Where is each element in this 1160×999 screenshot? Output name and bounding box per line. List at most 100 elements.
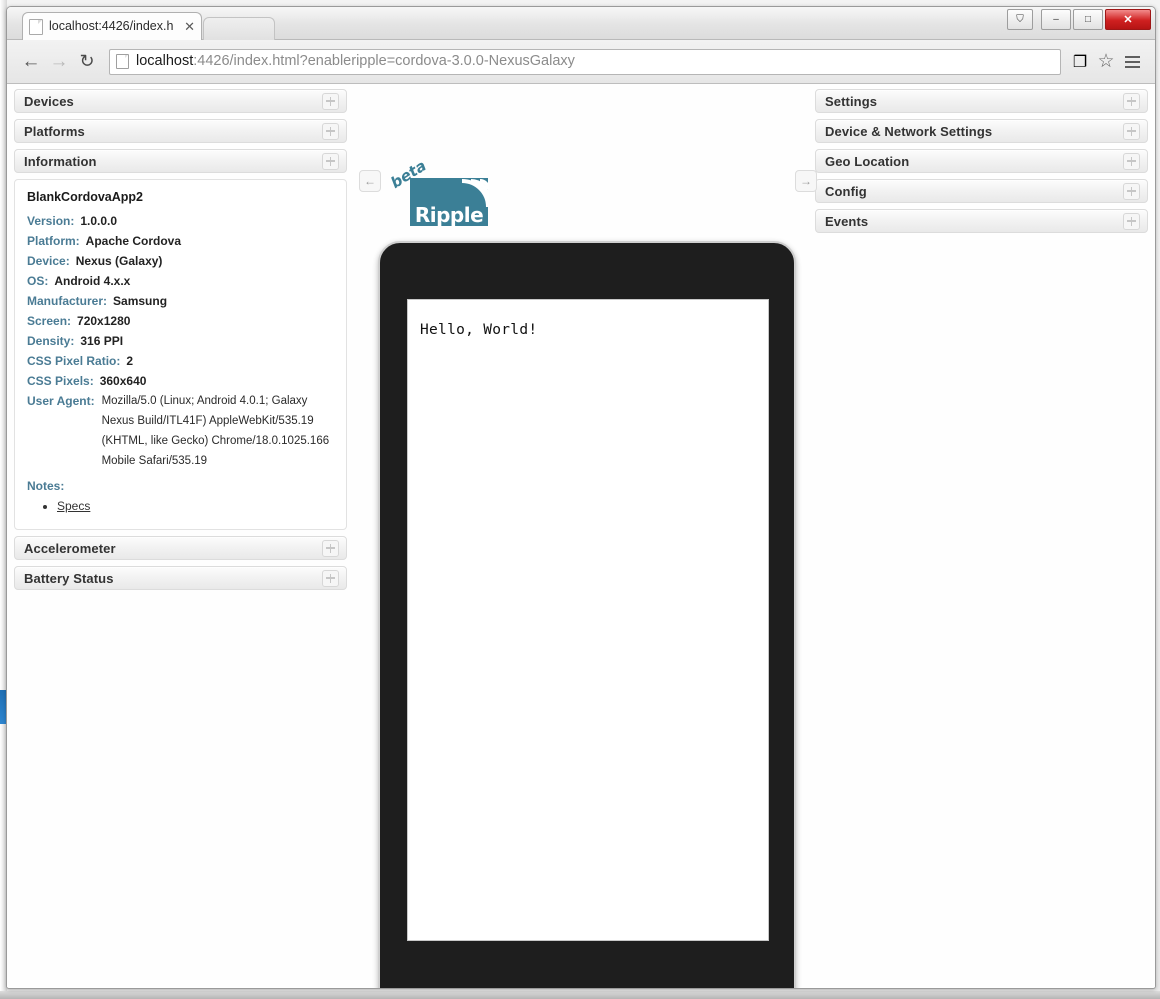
sidebar-item-accelerometer[interactable]: Accelerometer	[14, 536, 347, 560]
window-close-button[interactable]: ✕	[1105, 9, 1151, 30]
sidebar-item-platforms[interactable]: Platforms	[14, 119, 347, 143]
left-panel-column: Devices Platforms Information BlankCordo…	[14, 89, 347, 596]
info-key: CSS Pixels:	[27, 374, 94, 388]
info-key: CSS Pixel Ratio:	[27, 354, 121, 368]
browser-window: localhost:4426/index.h ✕ ⛉ – □ ✕ ← → ↻ l…	[6, 6, 1156, 989]
tab-title: localhost:4426/index.h	[49, 20, 174, 33]
sidebar-item-device-network-settings[interactable]: Device & Network Settings	[815, 119, 1148, 143]
app-name: BlankCordovaApp2	[27, 190, 143, 204]
panel-label: Settings	[825, 93, 878, 109]
device-screen[interactable]: Hello, World!	[407, 299, 769, 941]
window-maximize-button[interactable]: □	[1073, 9, 1103, 30]
info-key: Manufacturer:	[27, 294, 108, 308]
ripple-emulator-page: Devices Platforms Information BlankCordo…	[7, 84, 1155, 988]
translate-icon[interactable]: ❐	[1067, 49, 1093, 75]
device-emulator-frame: Hello, World!	[378, 241, 796, 988]
info-value: 360x640	[99, 374, 147, 388]
sidebar-item-events[interactable]: Events	[815, 209, 1148, 233]
window-minimize-button[interactable]: –	[1041, 9, 1071, 30]
browser-tab-active[interactable]: localhost:4426/index.h ✕	[22, 12, 202, 40]
notes-list: Specs	[27, 497, 334, 515]
address-bar-url: localhost:4426/index.html?enableripple=c…	[136, 54, 575, 69]
info-value: Android 4.x.x	[54, 274, 131, 288]
expand-plus-icon[interactable]	[322, 569, 339, 587]
window-bottom-edge	[0, 991, 1160, 999]
info-value: Apache Cordova	[85, 234, 182, 248]
url-path: :4426/index.html?enableripple=cordova-3.…	[193, 53, 575, 70]
panel-label: Events	[825, 213, 869, 229]
ripple-logo: Ripple	[410, 178, 489, 227]
expand-plus-icon[interactable]	[1123, 182, 1140, 200]
info-row: Version: 1.0.0.0	[27, 211, 334, 231]
collapse-right-panel-icon[interactable]: →	[795, 170, 817, 192]
expand-plus-icon[interactable]	[1123, 92, 1140, 110]
ripple-wordmark: Ripple	[414, 203, 484, 227]
expand-plus-icon[interactable]	[322, 122, 339, 140]
screen-root: localhost:4426/index.h ✕ ⛉ – □ ✕ ← → ↻ l…	[0, 0, 1160, 999]
sidebar-item-geo-location[interactable]: Geo Location	[815, 149, 1148, 173]
panel-label: Devices	[24, 93, 74, 109]
info-row: CSS Pixel Ratio: 2	[27, 351, 334, 371]
expand-plus-icon[interactable]	[322, 92, 339, 110]
sidebar-item-battery-status[interactable]: Battery Status	[14, 566, 347, 590]
info-row-user-agent: User Agent: Mozilla/5.0 (Linux; Android …	[27, 391, 334, 471]
info-key: Version:	[27, 214, 75, 228]
panel-label: Battery Status	[24, 570, 114, 586]
user-profile-icon[interactable]: ⛉	[1007, 9, 1033, 30]
list-item: Specs	[57, 497, 334, 515]
info-key: Device:	[27, 254, 70, 268]
page-favicon-icon	[29, 18, 43, 35]
tab-close-icon[interactable]: ✕	[184, 20, 195, 33]
browser-toolbar: ← → ↻ localhost:4426/index.html?enableri…	[7, 40, 1155, 84]
sidebar-item-settings[interactable]: Settings	[815, 89, 1148, 113]
right-panel-column: Settings Device & Network Settings Geo L…	[815, 89, 1148, 239]
reload-button-icon[interactable]: ↻	[73, 48, 101, 76]
info-key: Platform:	[27, 234, 80, 248]
info-row: CSS Pixels: 360x640	[27, 371, 334, 391]
info-value-user-agent: Mozilla/5.0 (Linux; Android 4.0.1; Galax…	[101, 395, 330, 467]
info-value: 2	[126, 354, 134, 368]
app-content-text: Hello, World!	[420, 322, 538, 338]
expand-plus-icon[interactable]	[1123, 152, 1140, 170]
expand-plus-icon[interactable]	[322, 152, 339, 170]
sidebar-item-information[interactable]: Information	[14, 149, 347, 173]
info-key: OS:	[27, 274, 49, 288]
forward-button-icon[interactable]: →	[45, 48, 73, 76]
expand-plus-icon[interactable]	[1123, 122, 1140, 140]
bookmark-star-icon[interactable]: ☆	[1093, 49, 1119, 75]
information-panel-body: BlankCordovaApp2 Version: 1.0.0.0 Platfor…	[14, 179, 347, 530]
address-bar[interactable]: localhost:4426/index.html?enableripple=c…	[109, 48, 1061, 75]
info-row: Manufacturer: Samsung	[27, 291, 334, 311]
chrome-menu-icon[interactable]	[1119, 49, 1145, 75]
sidebar-item-config[interactable]: Config	[815, 179, 1148, 203]
back-button-icon[interactable]: ←	[17, 48, 45, 76]
info-key: User Agent:	[27, 394, 95, 408]
notes-label: Notes:	[27, 479, 65, 493]
panel-label: Config	[825, 183, 867, 199]
browser-tabstrip: localhost:4426/index.h ✕ ⛉ – □ ✕	[7, 7, 1155, 41]
panel-label: Device & Network Settings	[825, 123, 993, 139]
info-key: Screen:	[27, 314, 72, 328]
info-row: Screen: 720x1280	[27, 311, 334, 331]
url-host: localhost	[136, 53, 194, 70]
info-value: 316 PPI	[80, 334, 124, 348]
panel-label: Information	[24, 153, 97, 169]
sidebar-item-devices[interactable]: Devices	[14, 89, 347, 113]
info-value: 720x1280	[77, 314, 131, 328]
expand-plus-icon[interactable]	[322, 539, 339, 557]
collapse-left-panel-icon[interactable]: ←	[359, 170, 381, 192]
panel-label: Geo Location	[825, 153, 910, 169]
info-value: Nexus (Galaxy)	[75, 254, 163, 268]
panel-label: Accelerometer	[24, 540, 116, 556]
info-key: Density:	[27, 334, 75, 348]
page-info-icon	[116, 54, 129, 69]
panel-label: Platforms	[24, 123, 85, 139]
info-row: OS: Android 4.x.x	[27, 271, 334, 291]
new-tab-button[interactable]	[203, 17, 275, 41]
window-controls: ⛉ – □ ✕	[1007, 9, 1151, 30]
info-value: 1.0.0.0	[80, 214, 118, 228]
info-row: Platform: Apache Cordova	[27, 231, 334, 251]
expand-plus-icon[interactable]	[1123, 212, 1140, 230]
specs-link[interactable]: Specs	[57, 499, 90, 513]
info-row: Density: 316 PPI	[27, 331, 334, 351]
